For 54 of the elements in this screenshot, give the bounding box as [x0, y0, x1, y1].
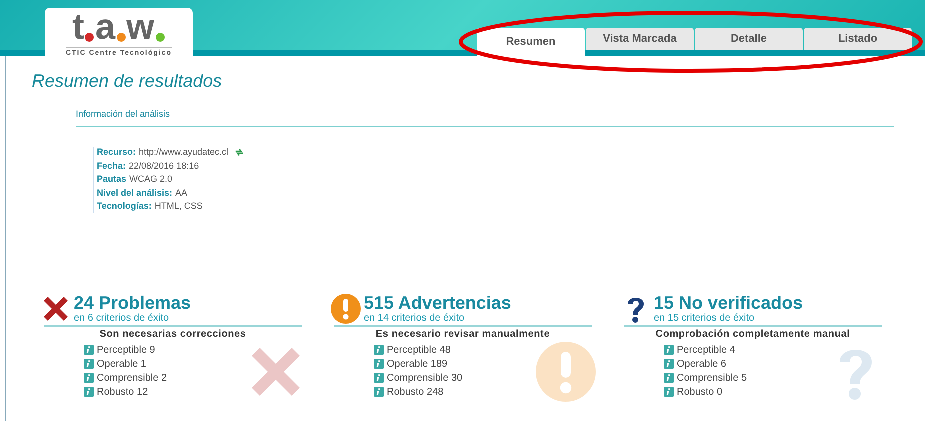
criterion-count: Perceptible 4	[677, 344, 736, 356]
criterion-count: Perceptible 48	[387, 344, 451, 356]
field-label: Fecha:	[97, 160, 126, 172]
criterion-count: Operable 1	[97, 358, 146, 370]
info-icon	[84, 345, 94, 355]
tab[interactable]: Detalle	[695, 28, 803, 50]
info-icon	[374, 345, 384, 355]
field-value: AA	[176, 188, 188, 199]
info-icon	[84, 387, 94, 397]
criterion-count: Robusto 0	[677, 386, 723, 398]
criterion-count: Operable 6	[677, 358, 726, 370]
info-icon	[664, 359, 674, 369]
criterion-count: Comprensible 30	[387, 372, 463, 384]
info-icon	[374, 387, 384, 397]
page-title: Resumen de resultados	[32, 70, 224, 93]
info-icon	[664, 387, 674, 397]
logo-letter: a	[95, 10, 116, 44]
criterion-count: Robusto 248	[387, 386, 444, 398]
criterion-count: Operable 189	[387, 358, 448, 370]
summary-heading: Es necesario revisar manualmente	[376, 328, 550, 342]
summary-title: 24 Problemas	[74, 292, 192, 312]
refresh-icon[interactable]	[234, 148, 244, 158]
summary-title: 515 Advertencias	[364, 292, 512, 312]
summary-subtitle: en 15 criterios de éxito	[654, 312, 756, 324]
exclamation-icon	[330, 292, 362, 324]
criterion-count: Robusto 12	[97, 386, 148, 398]
summary-subtitle: en 14 criterios de éxito	[364, 312, 466, 324]
summary-subtitle: en 6 criterios de éxito	[74, 312, 170, 324]
field-label: Nivel del análisis:	[97, 188, 173, 199]
field-value: http://www.ayudatec.cl	[139, 147, 229, 158]
info-icon	[664, 373, 674, 383]
field-label: Pautas	[97, 174, 127, 186]
logo-letter: w	[126, 10, 155, 44]
field-value: 22/08/2016 18:16	[129, 160, 200, 172]
info-icon	[84, 373, 94, 383]
section-heading: Información del análisis	[76, 109, 170, 119]
criterion-count: Comprensible 5	[677, 372, 748, 384]
info-icon	[374, 359, 384, 369]
logo-letter: t	[72, 10, 84, 44]
info-icon	[664, 345, 674, 355]
field-label: Tecnologías:	[97, 201, 152, 212]
info-icon	[84, 359, 94, 369]
summary-title: 15 No verificados	[654, 292, 804, 312]
field-label: Recurso:	[97, 147, 136, 158]
criterion-count: Perceptible 9	[97, 344, 156, 356]
field-value: WCAG 2.0	[130, 174, 173, 186]
summary-heading: Comprobación completamente manual	[656, 328, 850, 342]
summary-heading: Son necesarias correcciones	[100, 328, 246, 342]
criterion-count: Comprensible 2	[97, 372, 168, 384]
field-value: HTML, CSS	[154, 201, 203, 212]
tab[interactable]: Resumen	[477, 28, 585, 56]
tab[interactable]: Listado	[804, 28, 912, 50]
info-icon	[374, 373, 384, 383]
tab[interactable]: Vista Marcada	[586, 28, 694, 50]
